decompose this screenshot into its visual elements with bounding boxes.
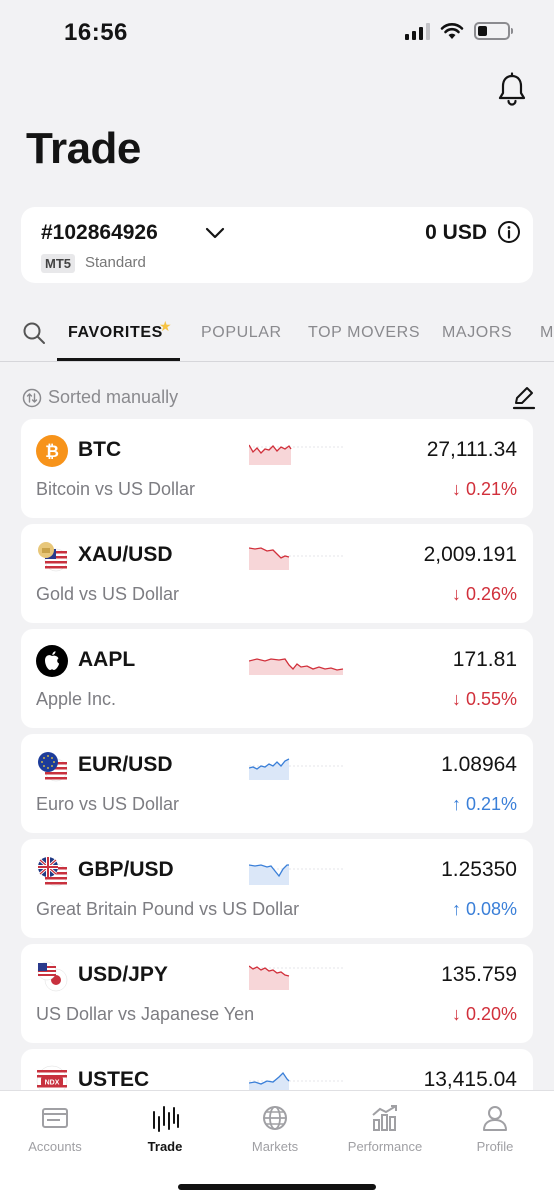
instrument-row-gbpusd[interactable]: GBP/USD 1.25350 Great Britain Pound vs U…	[21, 839, 533, 938]
sparkline	[249, 658, 344, 675]
nav-markets[interactable]: Markets	[220, 1103, 330, 1154]
sparkline	[249, 547, 345, 570]
instrument-description: US Dollar vs Japanese Yen	[36, 1004, 255, 1024]
instrument-change: ↓ 0.26%	[451, 584, 517, 604]
nav-profile[interactable]: Profile	[440, 1103, 550, 1154]
instrument-symbol: GBP/USD	[78, 858, 174, 881]
instrument-symbol: XAU/USD	[78, 543, 173, 566]
status-time: 16:56	[64, 19, 128, 46]
wifi-icon	[440, 23, 464, 39]
search-icon[interactable]	[22, 321, 46, 345]
instrument-price: 1.08964	[441, 753, 517, 776]
nav-trade[interactable]: Trade	[110, 1103, 220, 1154]
account-selector-card[interactable]: #102864926 MT5 Standard 0 USD	[21, 207, 533, 283]
instrument-row-eurusd[interactable]: EUR/USD 1.08964 Euro vs US Dollar ↑ 0.21…	[21, 734, 533, 833]
eu-us-flag-icon	[38, 752, 68, 782]
instrument-price: 1.25350	[441, 858, 517, 881]
chart-bars-icon	[153, 1106, 179, 1132]
instrument-description: Gold vs US Dollar	[36, 584, 180, 604]
svg-text:NDX: NDX	[45, 1080, 60, 1087]
account-number: #102864926	[41, 221, 158, 244]
nav-label: Trade	[147, 1139, 183, 1154]
edit-pencil-icon[interactable]	[512, 385, 536, 411]
instrument-change: ↓ 0.20%	[451, 1004, 517, 1024]
tab-majors[interactable]: MAJORS	[442, 324, 512, 342]
instrument-row-xauusd[interactable]: XAU/USD 2,009.191 Gold vs US Dollar ↓ 0.…	[21, 524, 533, 623]
instrument-description: Bitcoin vs US Dollar	[36, 479, 196, 499]
sparkline	[249, 444, 345, 465]
chevron-down-icon[interactable]	[204, 225, 226, 241]
page-title: Trade	[26, 124, 141, 173]
account-balance: 0 USD	[425, 221, 487, 244]
wallet-icon	[42, 1108, 68, 1128]
instrument-change: ↑ 0.21%	[451, 794, 517, 814]
nav-performance[interactable]: Performance	[330, 1103, 440, 1154]
nav-label: Markets	[251, 1139, 299, 1154]
instrument-change: ↑ 0.08%	[451, 899, 517, 919]
instrument-description: Apple Inc.	[36, 689, 117, 709]
status-icons	[405, 22, 513, 40]
nav-accounts[interactable]: Accounts	[0, 1103, 110, 1154]
instrument-price: 27,111.34	[426, 438, 517, 461]
apple-icon	[36, 645, 68, 677]
platform-tag: MT5	[41, 254, 75, 273]
sort-label: Sorted manually	[48, 387, 179, 407]
info-icon[interactable]	[497, 220, 521, 244]
account-type: Standard	[85, 254, 146, 271]
instrument-price: 171.81	[452, 648, 517, 671]
sparkline	[249, 965, 345, 990]
instrument-symbol: USTEC	[78, 1068, 150, 1091]
svg-text:₿: ₿	[45, 442, 59, 462]
instrument-change: ↓ 0.55%	[451, 689, 517, 709]
cellular-signal-icon	[405, 22, 430, 40]
nav-label: Accounts	[28, 1139, 82, 1154]
sort-icon[interactable]	[22, 388, 42, 408]
star-icon: ★	[159, 318, 172, 334]
instrument-row-usdjpy[interactable]: USD/JPY 135.759 US Dollar vs Japanese Ye…	[21, 944, 533, 1043]
bitcoin-icon: ₿	[36, 435, 68, 467]
instrument-change: ↓ 0.21%	[451, 479, 517, 499]
us-jp-flag-icon	[37, 961, 68, 992]
instrument-description: Euro vs US Dollar	[36, 794, 180, 814]
instrument-description: Great Britain Pound vs US Dollar	[36, 899, 300, 919]
instrument-symbol: AAPL	[78, 648, 136, 671]
instrument-price: 13,415.04	[423, 1068, 517, 1091]
nav-label: Performance	[347, 1139, 423, 1154]
sparkline	[249, 864, 345, 885]
sparkline	[249, 758, 345, 780]
active-tab-indicator	[57, 358, 180, 361]
home-indicator	[178, 1184, 376, 1190]
instrument-symbol: EUR/USD	[78, 753, 173, 776]
instrument-row-btc[interactable]: ₿ BTC 27,111.34 Bitcoin vs US Dollar ↓ 0…	[21, 419, 533, 518]
user-icon	[483, 1106, 507, 1131]
instrument-symbol: USD/JPY	[78, 963, 168, 986]
instrument-price: 2,009.191	[423, 543, 517, 566]
tab-favorites[interactable]: FAVORITES	[68, 324, 163, 342]
globe-icon	[263, 1106, 287, 1130]
tab-popular[interactable]: POPULAR	[201, 324, 282, 342]
notification-bell-icon[interactable]	[496, 72, 528, 108]
gb-us-flag-icon	[38, 857, 68, 887]
performance-icon	[372, 1105, 397, 1131]
tab-more[interactable]: M	[540, 324, 554, 342]
nav-label: Profile	[476, 1139, 514, 1154]
category-tabs: FAVORITES ★ POPULAR TOP MOVERS MAJORS M	[0, 312, 554, 362]
instrument-price: 135.759	[441, 963, 517, 986]
instrument-row-aapl[interactable]: AAPL 171.81 Apple Inc. ↓ 0.55%	[21, 629, 533, 728]
sort-row: Sorted manually	[22, 385, 536, 411]
bottom-tab-bar: Accounts Trade Markets Performance Profi…	[0, 1090, 554, 1200]
instrument-symbol: BTC	[78, 438, 122, 461]
battery-icon	[474, 22, 513, 40]
status-bar: 16:56	[0, 0, 554, 64]
gold-flag-icon	[38, 542, 68, 572]
tab-top-movers[interactable]: TOP MOVERS	[308, 324, 420, 342]
